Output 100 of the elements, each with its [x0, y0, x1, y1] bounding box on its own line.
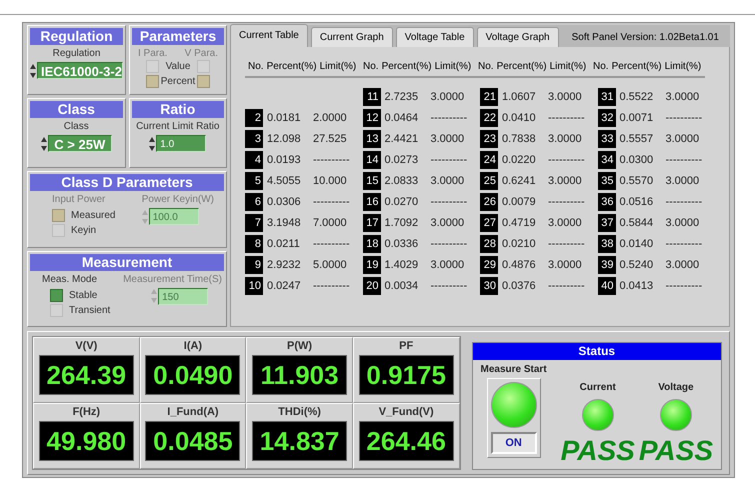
column-header: Limit(%) [434, 61, 472, 72]
percent-cell-text: 0.5570 [620, 175, 654, 187]
panel-title: Regulation [30, 28, 123, 45]
field-label: Class [64, 121, 89, 132]
meter-display: 0.0490 [145, 355, 240, 395]
harmonic-number: 19 [362, 256, 380, 274]
limit-cell-text: ---------- [313, 154, 351, 166]
harmonic-number: 24 [480, 151, 498, 169]
limit-cell-text: ---------- [548, 112, 586, 124]
harmonic-number: 6 [245, 193, 263, 211]
spinner-arrows-icon[interactable] [30, 62, 36, 78]
status-title: Status [472, 343, 721, 360]
percent-cell-text: 0.6241 [502, 175, 537, 187]
limit-cell-text: ---------- [430, 238, 468, 250]
harmonic-number: 40 [598, 277, 616, 295]
harmonic-number: 30 [480, 277, 498, 295]
harmonic-number: 15 [362, 172, 380, 190]
tab[interactable]: Voltage Table [396, 27, 474, 47]
harmonic-number: 5 [245, 172, 263, 190]
limit-cell-text: 3.0000 [666, 91, 700, 103]
field-label: Regulation [52, 48, 100, 59]
harmonic-number: 8 [245, 235, 263, 253]
percent-cell-text: 0.0516 [620, 196, 654, 208]
harmonic-number: 14 [362, 151, 380, 169]
percent-cell-text: 2.0833 [384, 175, 420, 187]
limit-cell-text: ---------- [548, 196, 586, 208]
limit-cell-text: ---------- [430, 154, 468, 166]
harmonic-number: 38 [598, 235, 616, 253]
percent-cell-text: 0.0410 [502, 112, 537, 124]
percent-cell-text: 0.0464 [384, 112, 420, 124]
spinner-arrows-icon[interactable] [149, 136, 156, 152]
limit-cell-text: 3.0000 [666, 217, 700, 229]
option-label: Stable [69, 290, 98, 300]
limit-cell-text: ---------- [548, 154, 586, 166]
option-label: Keyin [71, 225, 96, 236]
field-label: Power Keyin(W) [142, 194, 214, 205]
tab[interactable]: Current Table [230, 24, 308, 47]
limit-cell-text: 5.0000 [313, 259, 348, 271]
measure-start-button[interactable]: ON [486, 378, 541, 458]
column-header: No. [593, 61, 609, 72]
percent-cell-text: 0.4876 [502, 259, 537, 271]
limit-cell-text: ---------- [313, 280, 351, 292]
harmonic-number: 10 [245, 277, 263, 295]
limit-cell-text: ---------- [666, 196, 704, 208]
tab[interactable]: Current Graph [310, 27, 393, 47]
limit-cell-text: ---------- [666, 238, 704, 250]
field-label: Input Power [52, 194, 106, 205]
limit-cell-text: 3.0000 [666, 133, 700, 145]
meter-display: 49.980 [38, 421, 134, 461]
percent-cell-text: 0.0376 [502, 280, 537, 292]
harmonic-number: 18 [362, 235, 380, 253]
harmonic-number: 31 [598, 88, 616, 106]
harmonic-number: 37 [598, 214, 616, 232]
button-label: Measure Start [480, 364, 547, 375]
column-header: Limit(%) [320, 61, 356, 72]
percent-cell-text: 0.5522 [620, 91, 654, 103]
harmonic-number: 16 [362, 193, 380, 211]
meter-label: P(W) [287, 340, 312, 352]
meter-label: I_Fund(A) [167, 406, 219, 418]
harmonic-number: 39 [598, 256, 616, 274]
column-header: Limit(%) [664, 61, 702, 72]
harmonic-number: 11 [362, 88, 380, 106]
harmonic-number: 7 [245, 214, 263, 232]
option-checkbox[interactable] [50, 304, 63, 316]
percent-cell-text: 0.0336 [384, 238, 420, 250]
tab[interactable]: Voltage Graph [476, 27, 559, 47]
spinner-arrows-icon[interactable] [40, 136, 47, 152]
column-header: Percent(%) [612, 61, 662, 72]
limit-cell-text: ---------- [666, 280, 704, 292]
selector-label: V Para. [184, 48, 218, 59]
column-header: Limit(%) [550, 61, 586, 72]
harmonic-number: 33 [598, 130, 616, 148]
percent-cell-text: 0.0413 [620, 280, 654, 292]
result-text: PASS [638, 437, 713, 465]
limit-cell-text: 3.0000 [548, 175, 583, 187]
limit-cell-text: 3.0000 [430, 133, 466, 145]
percent-cell-text: 0.0220 [502, 154, 537, 166]
limit-cell-text: 2.0000 [313, 112, 348, 124]
meter-label: PF [399, 340, 414, 352]
meter-display: 0.9175 [358, 355, 454, 395]
percent-cell-text: 12.098 [267, 133, 302, 145]
limit-cell-text: 27.525 [313, 133, 348, 145]
percent-cell-text: 0.0273 [384, 154, 420, 166]
column-header: Percent(%) [266, 61, 317, 72]
option-label: Value [166, 61, 190, 72]
percent-cell-text: 0.0247 [267, 280, 302, 292]
percent-cell-text: 0.0211 [267, 238, 301, 250]
limit-cell-text: ---------- [313, 196, 351, 208]
percent-cell-text: 4.5055 [267, 175, 302, 187]
percent-cell-text: 0.0071 [620, 112, 654, 124]
limit-cell-text: 3.0000 [430, 91, 466, 103]
selector-label: I Para. [138, 48, 168, 59]
limit-cell-text: ---------- [430, 280, 468, 292]
percent-cell-text: 3.1948 [267, 217, 302, 229]
harmonic-number: 17 [362, 214, 380, 232]
option-checkbox[interactable] [50, 288, 63, 302]
limit-cell-text: 10.000 [313, 175, 348, 187]
limit-cell-text: 3.0000 [430, 175, 466, 187]
harmonic-number: 29 [480, 256, 498, 274]
percent-cell-text: 0.7838 [502, 133, 537, 145]
